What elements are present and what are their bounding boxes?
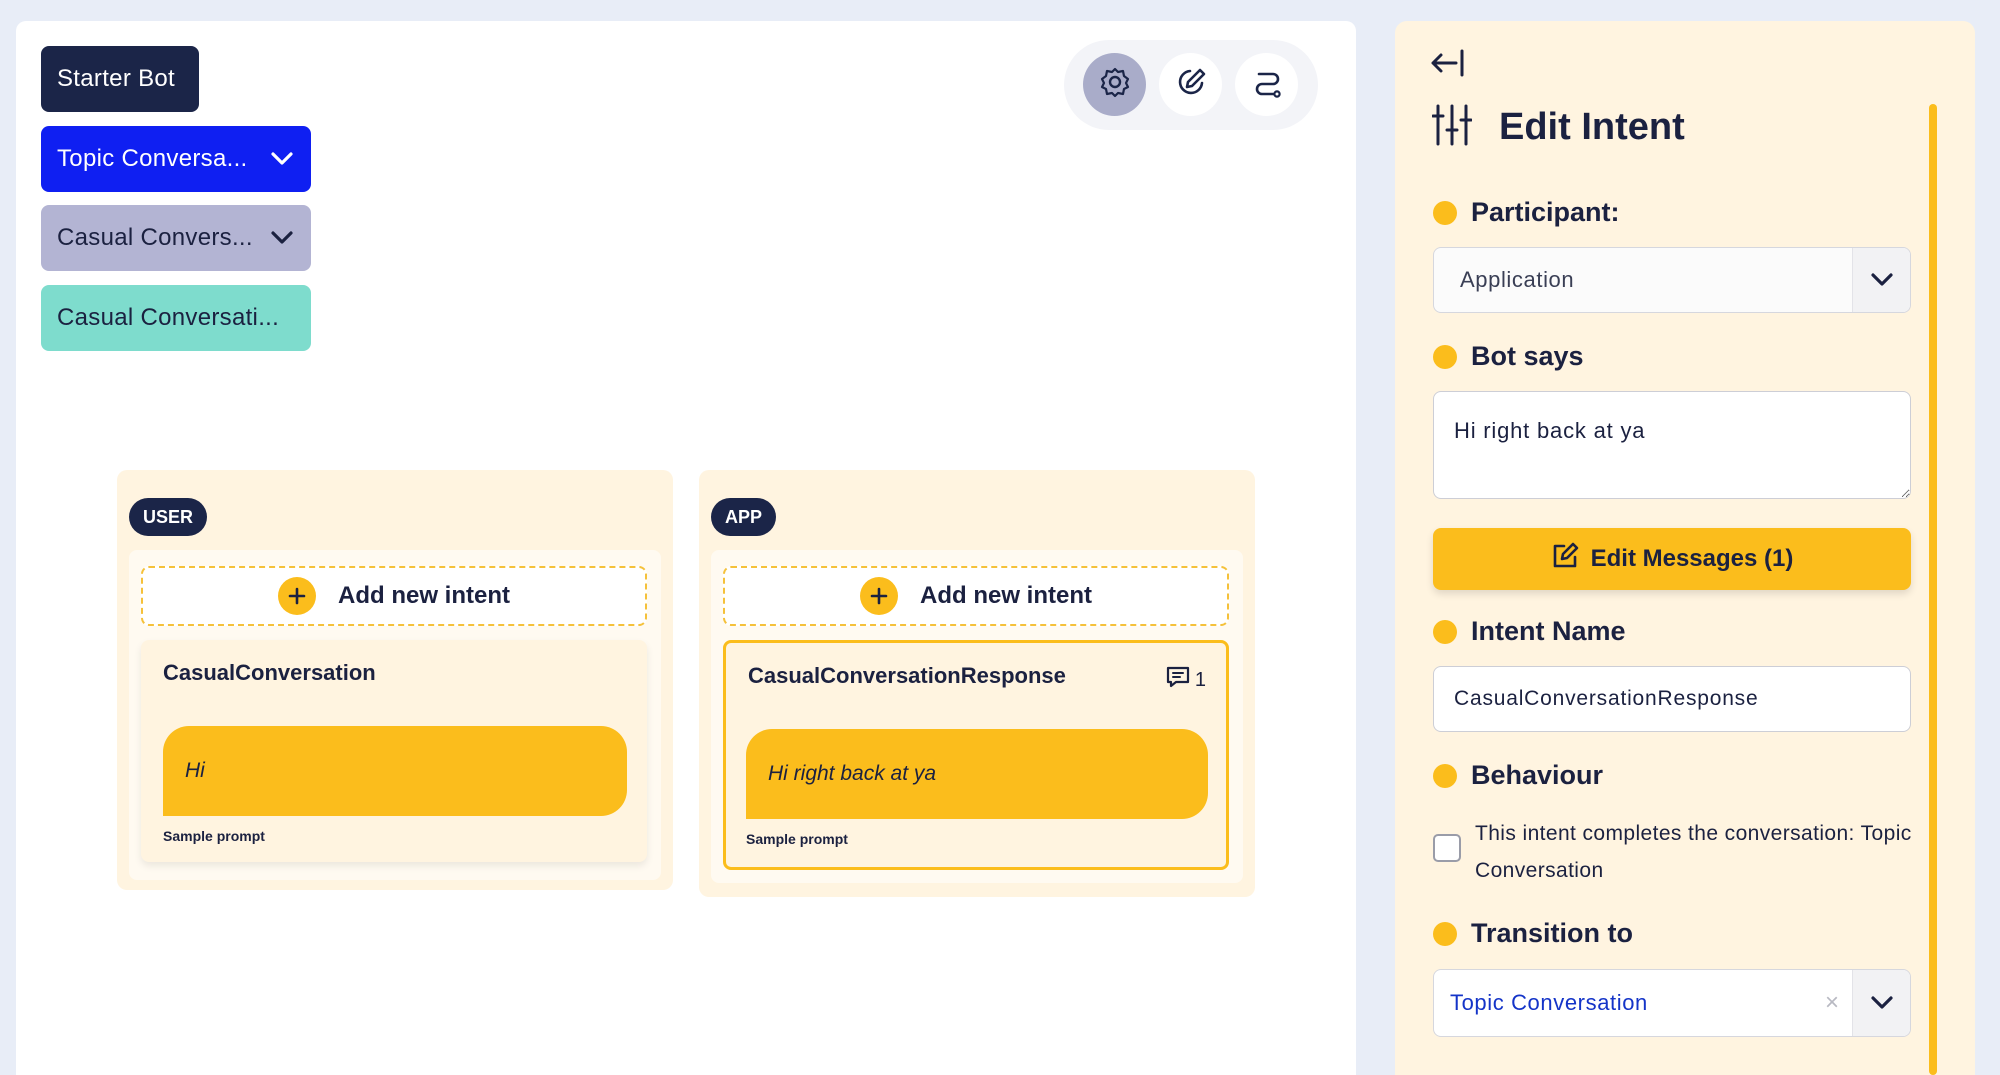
canvas-toolbar: [1064, 40, 1318, 130]
chevron-down-icon[interactable]: [1852, 970, 1910, 1036]
intent-name-label-text: Intent Name: [1471, 616, 1626, 646]
sample-prompt-label: Sample prompt: [746, 831, 848, 847]
intent-title: CasualConversationResponse: [748, 663, 1066, 688]
add-new-intent-button[interactable]: Add new intent: [723, 566, 1229, 626]
breadcrumb-casual-conversation-response[interactable]: Casual Conversati...: [41, 285, 311, 351]
sample-prompt-bubble: Hi: [163, 726, 627, 816]
edit-icon: [1175, 66, 1207, 103]
settings-icon: [1099, 66, 1131, 103]
app-intent-list: Add new intent CasualConversationRespons…: [711, 550, 1243, 883]
bullet-dot: [1433, 200, 1457, 225]
breadcrumb-casual-conversation[interactable]: Casual Convers...: [41, 205, 311, 271]
participant-value: Application: [1460, 267, 1575, 292]
user-column: USER Add new intent CasualConversation H…: [117, 470, 673, 890]
breadcrumb-topic-conversation[interactable]: Topic Conversa...: [41, 126, 311, 192]
app-column: APP Add new intent CasualConversationRes…: [699, 470, 1255, 897]
collapse-arrow-icon: [1430, 49, 1466, 82]
bullet-dot: [1433, 763, 1457, 788]
bullet-dot: [1433, 344, 1457, 369]
breadcrumb-label: Topic Conversa...: [57, 145, 248, 172]
participant-label: Participant:: [1433, 197, 1620, 228]
add-new-intent-label: Add new intent: [338, 582, 510, 609]
user-tag: USER: [129, 498, 208, 536]
app-tag: APP: [711, 498, 777, 536]
bullet-dot: [1433, 619, 1457, 644]
transition-value: Topic Conversation: [1450, 990, 1648, 1015]
completes-conversation-checkbox[interactable]: [1433, 834, 1461, 862]
chevron-down-icon[interactable]: [1852, 248, 1910, 312]
edit-button[interactable]: [1159, 53, 1222, 116]
breadcrumb-starter-bot[interactable]: Starter Bot: [41, 46, 199, 112]
edit-square-icon: [1551, 542, 1579, 577]
message-icon: [1165, 665, 1191, 695]
chevron-down-icon[interactable]: [269, 225, 295, 251]
flow-button[interactable]: [1235, 53, 1298, 116]
message-count-value: 1: [1194, 668, 1206, 691]
settings-button[interactable]: [1083, 53, 1146, 116]
chevron-down-icon[interactable]: [269, 146, 295, 172]
transition-label-text: Transition to: [1471, 918, 1633, 948]
participant-label-text: Participant:: [1471, 197, 1620, 227]
panel-scrollbar[interactable]: [1929, 104, 1937, 1075]
edit-messages-label: Edit Messages (1): [1590, 545, 1794, 572]
bot-says-label-text: Bot says: [1471, 341, 1584, 371]
sliders-icon: [1431, 104, 1473, 151]
behaviour-label-text: Behaviour: [1471, 760, 1604, 790]
plus-icon: [278, 577, 316, 615]
transition-select[interactable]: Topic Conversation ×: [1433, 969, 1911, 1037]
user-intent-list: Add new intent CasualConversation Hi Sam…: [129, 550, 661, 880]
intent-card[interactable]: CasualConversation Hi Sample prompt: [141, 640, 647, 862]
bot-says-label: Bot says: [1433, 341, 1584, 372]
intent-name-label: Intent Name: [1433, 616, 1626, 647]
completes-conversation-text: This intent completes the conversation: …: [1475, 822, 1912, 882]
bot-says-textarea[interactable]: Hi right back at ya: [1433, 391, 1911, 499]
sample-prompt-bubble: Hi right back at ya: [746, 729, 1208, 819]
panel-title: Edit Intent: [1499, 106, 1685, 148]
edit-messages-button[interactable]: Edit Messages (1): [1433, 528, 1911, 590]
clear-icon[interactable]: ×: [1812, 989, 1852, 1017]
intent-title: CasualConversation: [163, 660, 376, 685]
plus-icon: [860, 577, 898, 615]
behaviour-label: Behaviour: [1433, 760, 1603, 791]
intent-name-input[interactable]: [1433, 666, 1911, 732]
flow-icon: [1251, 66, 1283, 103]
breadcrumb-label: Casual Convers...: [57, 224, 253, 251]
message-count[interactable]: 1: [1165, 665, 1206, 695]
intent-card-selected[interactable]: CasualConversationResponse 1 Hi right ba…: [723, 640, 1229, 870]
collapse-panel-button[interactable]: [1430, 48, 1466, 83]
participant-select[interactable]: Application: [1433, 247, 1911, 313]
add-new-intent-label: Add new intent: [920, 582, 1092, 609]
sample-prompt-label: Sample prompt: [163, 828, 265, 844]
breadcrumb-label: Starter Bot: [57, 65, 176, 92]
add-new-intent-button[interactable]: Add new intent: [141, 566, 647, 626]
breadcrumb-label: Casual Conversati...: [57, 304, 280, 331]
transition-label: Transition to: [1433, 918, 1633, 949]
bullet-dot: [1433, 921, 1457, 946]
